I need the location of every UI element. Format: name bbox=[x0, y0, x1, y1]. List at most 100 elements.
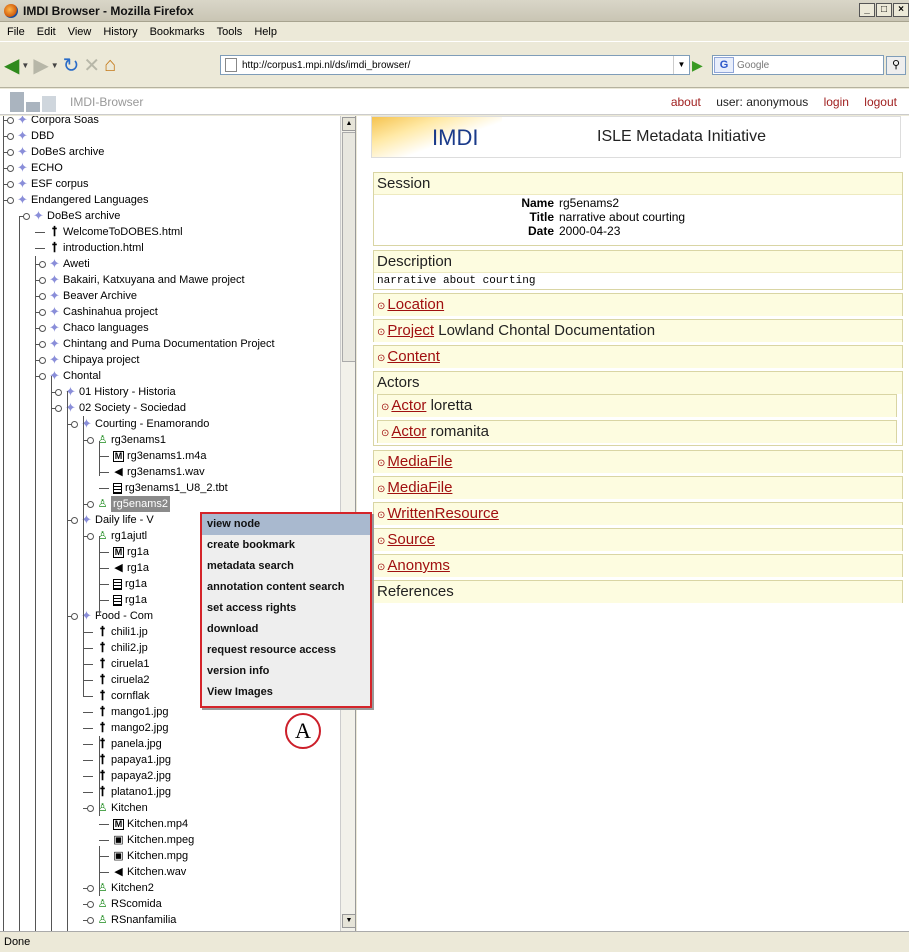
tree-expander-icon[interactable] bbox=[87, 885, 94, 892]
tree-node[interactable]: ꝉ chili2.jp bbox=[97, 640, 148, 656]
stop-icon[interactable]: ✕ bbox=[83, 53, 100, 78]
expand-icon[interactable]: ⊙ bbox=[377, 458, 385, 469]
tree-node[interactable]: ꝉ WelcomeToDOBES.html bbox=[49, 224, 183, 240]
tree-node[interactable]: M Kitchen.mp4 bbox=[113, 816, 188, 832]
url-dropdown-icon[interactable]: ▼ bbox=[673, 56, 689, 74]
tree-expander-icon[interactable] bbox=[39, 373, 46, 380]
tree-expander-icon[interactable] bbox=[23, 213, 30, 220]
tree-node[interactable]: ꝉ panela.jpg bbox=[97, 736, 162, 752]
tree-node[interactable]: rg3enams1_U8_2.tbt bbox=[113, 480, 228, 496]
tree-node[interactable]: ✦ Courting - Enamorando bbox=[81, 416, 209, 432]
tree-expander-icon[interactable] bbox=[7, 133, 14, 140]
tree-expander-icon[interactable] bbox=[39, 293, 46, 300]
close-button[interactable]: × bbox=[893, 3, 909, 17]
tree-node[interactable]: ♙ Kitchen bbox=[97, 800, 148, 816]
menu-view[interactable]: View bbox=[68, 26, 92, 38]
tree-node[interactable]: ▣ Kitchen.mpg bbox=[113, 848, 188, 864]
expand-icon[interactable]: ⊙ bbox=[381, 428, 389, 439]
tree-expander-icon[interactable] bbox=[39, 309, 46, 316]
tree-node[interactable]: ▣ Kitchen.mpeg bbox=[113, 832, 194, 848]
tree-node[interactable]: ✦ Chintang and Puma Documentation Project bbox=[49, 336, 275, 352]
expand-icon[interactable]: ⊙ bbox=[377, 353, 385, 364]
tree-node[interactable]: ◀ rg1a bbox=[113, 560, 149, 576]
maximize-button[interactable]: □ bbox=[876, 3, 892, 17]
minimize-button[interactable]: _ bbox=[859, 3, 875, 17]
tree-node[interactable]: ✦ DoBeS archive bbox=[17, 144, 104, 160]
expand-icon[interactable]: ⊙ bbox=[377, 484, 385, 495]
tree-expander-icon[interactable] bbox=[71, 613, 78, 620]
tree-expander-icon[interactable] bbox=[87, 501, 94, 508]
tree-expander-icon[interactable] bbox=[39, 357, 46, 364]
tree-expander-icon[interactable] bbox=[71, 517, 78, 524]
tree-node[interactable]: ♙ rg1ajutl bbox=[97, 528, 148, 544]
tree-node[interactable]: ✦ Chaco languages bbox=[49, 320, 149, 336]
tree-node[interactable]: ✦ ESF corpus bbox=[17, 176, 88, 192]
tree-node[interactable]: ✦ Food - Com bbox=[81, 608, 153, 624]
search-engine-icon[interactable]: G bbox=[714, 57, 734, 73]
tree-node[interactable]: Mrg3enams1.m4a bbox=[113, 448, 207, 464]
tree-node[interactable]: ꝉ ciruela2 bbox=[97, 672, 150, 688]
tree-node[interactable]: ✦ DBD bbox=[17, 128, 54, 144]
menu-item-download[interactable]: download bbox=[202, 619, 370, 640]
tree-expander-icon[interactable] bbox=[87, 437, 94, 444]
back-icon[interactable]: ◀ bbox=[4, 53, 19, 78]
menu-item-request-resource-access[interactable]: request resource access bbox=[202, 640, 370, 661]
expand-icon[interactable]: ⊙ bbox=[377, 327, 385, 338]
scroll-down-icon[interactable]: ▼ bbox=[342, 914, 355, 928]
actor-link[interactable]: Actor bbox=[391, 397, 426, 414]
menu-file[interactable]: File bbox=[7, 26, 25, 38]
forward-icon[interactable]: ▶ bbox=[33, 53, 48, 78]
tree-expander-icon[interactable] bbox=[39, 277, 46, 284]
tree-node[interactable]: rg1a bbox=[113, 592, 147, 608]
login-link[interactable]: login bbox=[824, 95, 849, 109]
tree-expander-icon[interactable] bbox=[71, 421, 78, 428]
forward-dropdown-icon[interactable]: ▼ bbox=[51, 61, 59, 70]
tree-node[interactable]: ✦ Aweti bbox=[49, 256, 90, 272]
expand-icon[interactable]: ⊙ bbox=[377, 301, 385, 312]
tree-expander-icon[interactable] bbox=[87, 901, 94, 908]
tree-expander-icon[interactable] bbox=[7, 181, 14, 188]
menu-bookmarks[interactable]: Bookmarks bbox=[150, 26, 205, 38]
location-link[interactable]: Location bbox=[387, 296, 444, 313]
expand-icon[interactable]: ⊙ bbox=[377, 510, 385, 521]
source-link[interactable]: Source bbox=[387, 531, 435, 548]
scroll-up-icon[interactable]: ▲ bbox=[342, 117, 355, 131]
scroll-thumb[interactable] bbox=[342, 132, 355, 362]
mediafile-link[interactable]: MediaFile bbox=[387, 453, 452, 470]
menu-tools[interactable]: Tools bbox=[217, 26, 243, 38]
tree-node[interactable]: Mrg1a bbox=[113, 544, 149, 560]
tree-expander-icon[interactable] bbox=[7, 117, 14, 124]
mediafile-link[interactable]: MediaFile bbox=[387, 479, 452, 496]
tree-node[interactable]: ♙ rg5enams2 bbox=[97, 496, 171, 512]
tree-expander-icon[interactable] bbox=[55, 389, 62, 396]
tree-node[interactable]: ♙ Kitchen2 bbox=[97, 880, 154, 896]
reload-icon[interactable]: ↻ bbox=[63, 53, 80, 78]
expand-icon[interactable]: ⊙ bbox=[381, 402, 389, 413]
tree-node[interactable]: ✦ Corpora Soas bbox=[17, 116, 99, 128]
tree-node[interactable]: ꝉ mango1.jpg bbox=[97, 704, 169, 720]
tree-expander-icon[interactable] bbox=[87, 917, 94, 924]
tree-node[interactable]: rg1a bbox=[113, 576, 147, 592]
tree-node[interactable]: ◀ rg3enams1.wav bbox=[113, 464, 204, 480]
project-link[interactable]: Project bbox=[387, 322, 434, 339]
menu-item-view-images[interactable]: View Images bbox=[202, 682, 370, 703]
search-box[interactable]: G Google bbox=[712, 55, 884, 75]
tree-node[interactable]: ◀ Kitchen.wav bbox=[113, 864, 186, 880]
menu-item-version-info[interactable]: version info bbox=[202, 661, 370, 682]
search-icon[interactable]: ⚲ bbox=[886, 56, 906, 75]
tree-node[interactable]: ꝉ introduction.html bbox=[49, 240, 144, 256]
tree-expander-icon[interactable] bbox=[39, 325, 46, 332]
anonyms-link[interactable]: Anonyms bbox=[387, 557, 450, 574]
about-link[interactable]: about bbox=[671, 95, 701, 109]
menu-history[interactable]: History bbox=[103, 26, 137, 38]
tree-node[interactable]: ✦ 02 Society - Sociedad bbox=[65, 400, 186, 416]
menu-item-view-node[interactable]: view node bbox=[202, 514, 370, 535]
back-dropdown-icon[interactable]: ▼ bbox=[21, 61, 29, 70]
tree-node[interactable]: ꝉ mango2.jpg bbox=[97, 720, 169, 736]
tree-node[interactable]: ♙ rg3enams1 bbox=[97, 432, 166, 448]
tree-expander-icon[interactable] bbox=[87, 533, 94, 540]
url-bar[interactable]: http://corpus1.mpi.nl/ds/imdi_browser/ ▼ bbox=[220, 55, 690, 75]
go-icon[interactable]: ▶ bbox=[692, 57, 703, 74]
expand-icon[interactable]: ⊙ bbox=[377, 562, 385, 573]
writtenresource-link[interactable]: WrittenResource bbox=[387, 505, 498, 522]
